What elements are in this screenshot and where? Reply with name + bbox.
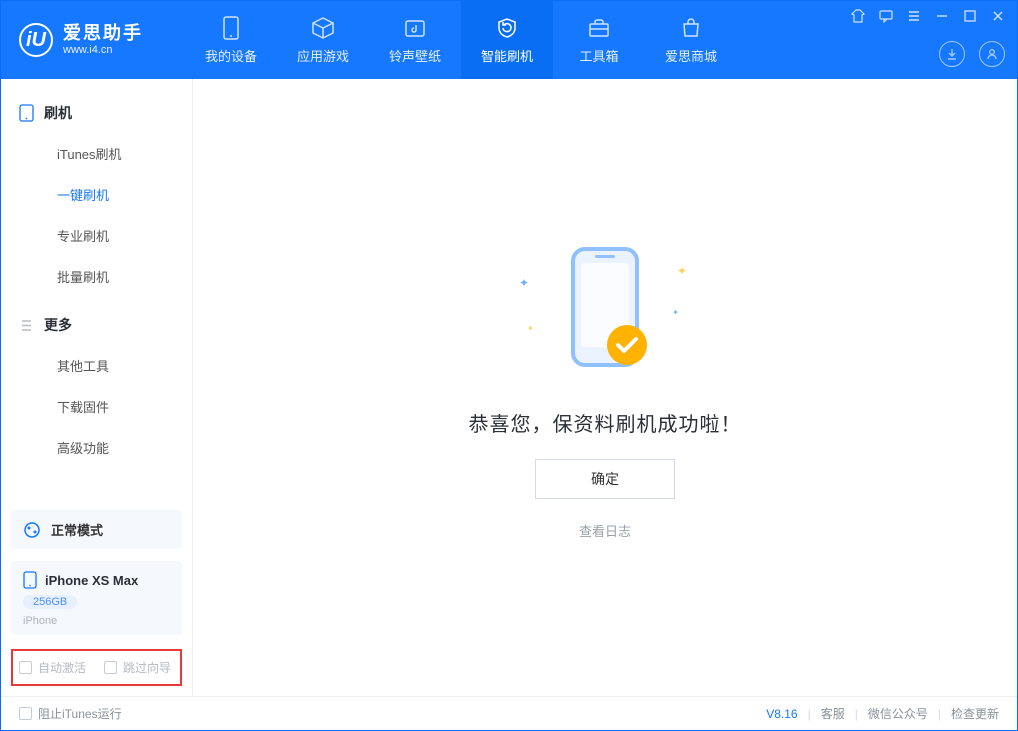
logo: iU 爱思助手 www.i4.cn [19, 1, 143, 79]
app-url: www.i4.cn [63, 44, 143, 56]
nav-ringtones[interactable]: 铃声壁纸 [369, 1, 461, 79]
body: 刷机 iTunes刷机 一键刷机 专业刷机 批量刷机 更多 其他工具 下载固件 … [1, 79, 1017, 696]
storage-badge: 256GB [23, 595, 77, 609]
app-title: 爱思助手 [63, 24, 143, 44]
checkbox-block-itunes[interactable]: 阻止iTunes运行 [19, 705, 122, 722]
device-phone-icon [23, 571, 37, 589]
shirt-icon[interactable] [851, 9, 865, 25]
checkbox-label: 跳过向导 [123, 659, 171, 676]
nav-smart-flash[interactable]: 智能刷机 [461, 1, 553, 79]
checkbox-auto-activate[interactable]: 自动激活 [19, 659, 86, 676]
titlebar: iU 爱思助手 www.i4.cn 我的设备 应用游戏 [1, 1, 1017, 79]
options-highlight-box: 自动激活 跳过向导 [11, 649, 182, 686]
nav-label: 工具箱 [579, 46, 618, 65]
sidebar: 刷机 iTunes刷机 一键刷机 专业刷机 批量刷机 更多 其他工具 下载固件 … [1, 79, 193, 696]
list-icon [19, 318, 34, 333]
nav-toolbox[interactable]: 工具箱 [553, 1, 645, 79]
sidebar-group-more: 更多 [1, 305, 192, 345]
content-panel: ✦ ✦ ✦ ✦ 恭喜您，保资料刷机成功啦！ 确定 查看日志 [193, 79, 1017, 696]
nav-label: 智能刷机 [481, 46, 533, 65]
logo-icon: iU [19, 23, 53, 57]
checkbox-label: 阻止iTunes运行 [38, 705, 122, 722]
maximize-icon[interactable] [963, 9, 977, 25]
version-text: V8.16 [766, 707, 797, 721]
sidebar-group-label: 更多 [44, 315, 72, 335]
checkbox-skip-guide[interactable]: 跳过向导 [104, 659, 171, 676]
checkbox-icon [19, 707, 32, 720]
titlebar-right [851, 1, 1005, 79]
nav-label: 应用游戏 [297, 46, 349, 65]
nav-label: 爱思商城 [665, 46, 717, 65]
mode-label: 正常模式 [51, 520, 103, 539]
device-type: iPhone [23, 615, 57, 627]
sidebar-item-other-tools[interactable]: 其他工具 [1, 345, 192, 386]
window-controls [851, 9, 1005, 25]
mode-box[interactable]: 正常模式 [11, 510, 182, 549]
sidebar-group-flash: 刷机 [1, 93, 192, 133]
refresh-shield-icon [495, 16, 519, 40]
bag-icon [680, 16, 702, 40]
toolbox-icon [587, 16, 611, 40]
menu-icon[interactable] [907, 9, 921, 25]
ok-button[interactable]: 确定 [535, 459, 675, 499]
checkbox-label: 自动激活 [38, 659, 86, 676]
nav-my-device[interactable]: 我的设备 [185, 1, 277, 79]
feedback-icon[interactable] [879, 9, 893, 25]
account-button[interactable] [979, 41, 1005, 67]
sidebar-item-batch-flash[interactable]: 批量刷机 [1, 256, 192, 297]
minimize-icon[interactable] [935, 9, 949, 25]
download-button[interactable] [939, 41, 965, 67]
mode-icon [23, 521, 41, 539]
success-message: 恭喜您，保资料刷机成功啦！ [469, 408, 742, 437]
sidebar-item-download-firmware[interactable]: 下载固件 [1, 386, 192, 427]
phone-icon [19, 104, 34, 122]
checkbox-icon [104, 661, 117, 674]
success-illustration: ✦ ✦ ✦ ✦ [525, 236, 685, 386]
close-icon[interactable] [991, 9, 1005, 25]
sidebar-item-itunes-flash[interactable]: iTunes刷机 [1, 133, 192, 174]
sidebar-item-oneclick-flash[interactable]: 一键刷机 [1, 174, 192, 215]
account-row [851, 41, 1005, 67]
nav-label: 我的设备 [205, 46, 257, 65]
nav-store[interactable]: 爱思商城 [645, 1, 737, 79]
nav-apps-games[interactable]: 应用游戏 [277, 1, 369, 79]
device-box[interactable]: iPhone XS Max 256GB iPhone [11, 561, 182, 635]
device-icon [222, 16, 240, 40]
device-name: iPhone XS Max [45, 573, 138, 588]
cube-icon [311, 16, 335, 40]
statusbar: 阻止iTunes运行 V8.16 | 客服 | 微信公众号 | 检查更新 [1, 696, 1017, 730]
view-log-link[interactable]: 查看日志 [579, 521, 631, 540]
main-nav: 我的设备 应用游戏 铃声壁纸 智能刷机 [185, 1, 737, 79]
sidebar-group-label: 刷机 [44, 103, 72, 123]
wechat-link[interactable]: 微信公众号 [868, 705, 928, 722]
nav-label: 铃声壁纸 [389, 46, 441, 65]
sidebar-item-pro-flash[interactable]: 专业刷机 [1, 215, 192, 256]
checkbox-icon [19, 661, 32, 674]
check-update-link[interactable]: 检查更新 [951, 705, 999, 722]
music-folder-icon [404, 16, 426, 40]
app-window: iU 爱思助手 www.i4.cn 我的设备 应用游戏 [0, 0, 1018, 731]
support-link[interactable]: 客服 [821, 705, 845, 722]
sidebar-item-advanced[interactable]: 高级功能 [1, 427, 192, 468]
